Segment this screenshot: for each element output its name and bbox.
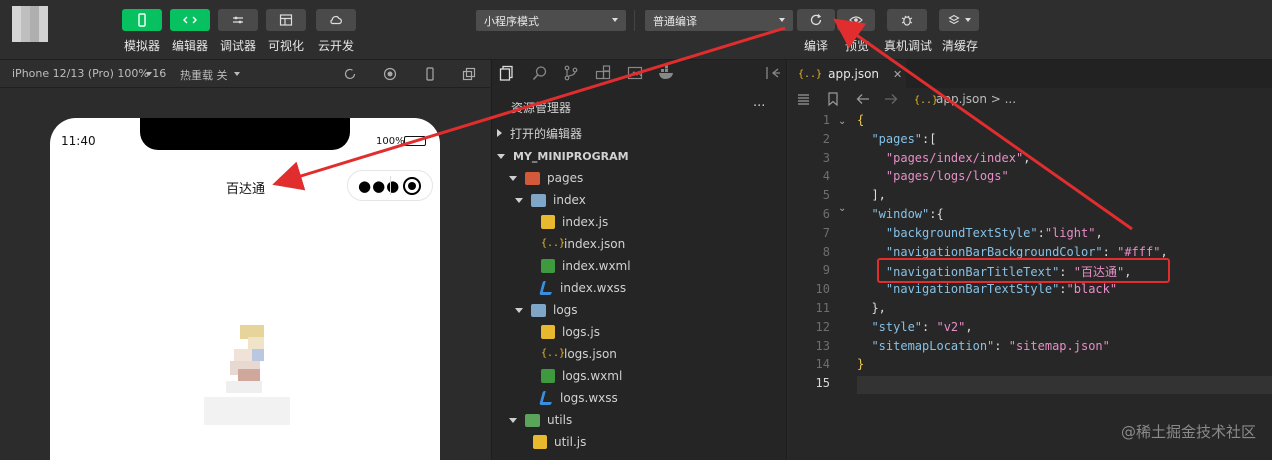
arrow-to-nav-title [272,26,786,191]
arrow-to-compile [833,18,1133,231]
watermark: @稀土掘金技术社区 [1120,423,1256,441]
annotation-arrows [272,18,1133,231]
